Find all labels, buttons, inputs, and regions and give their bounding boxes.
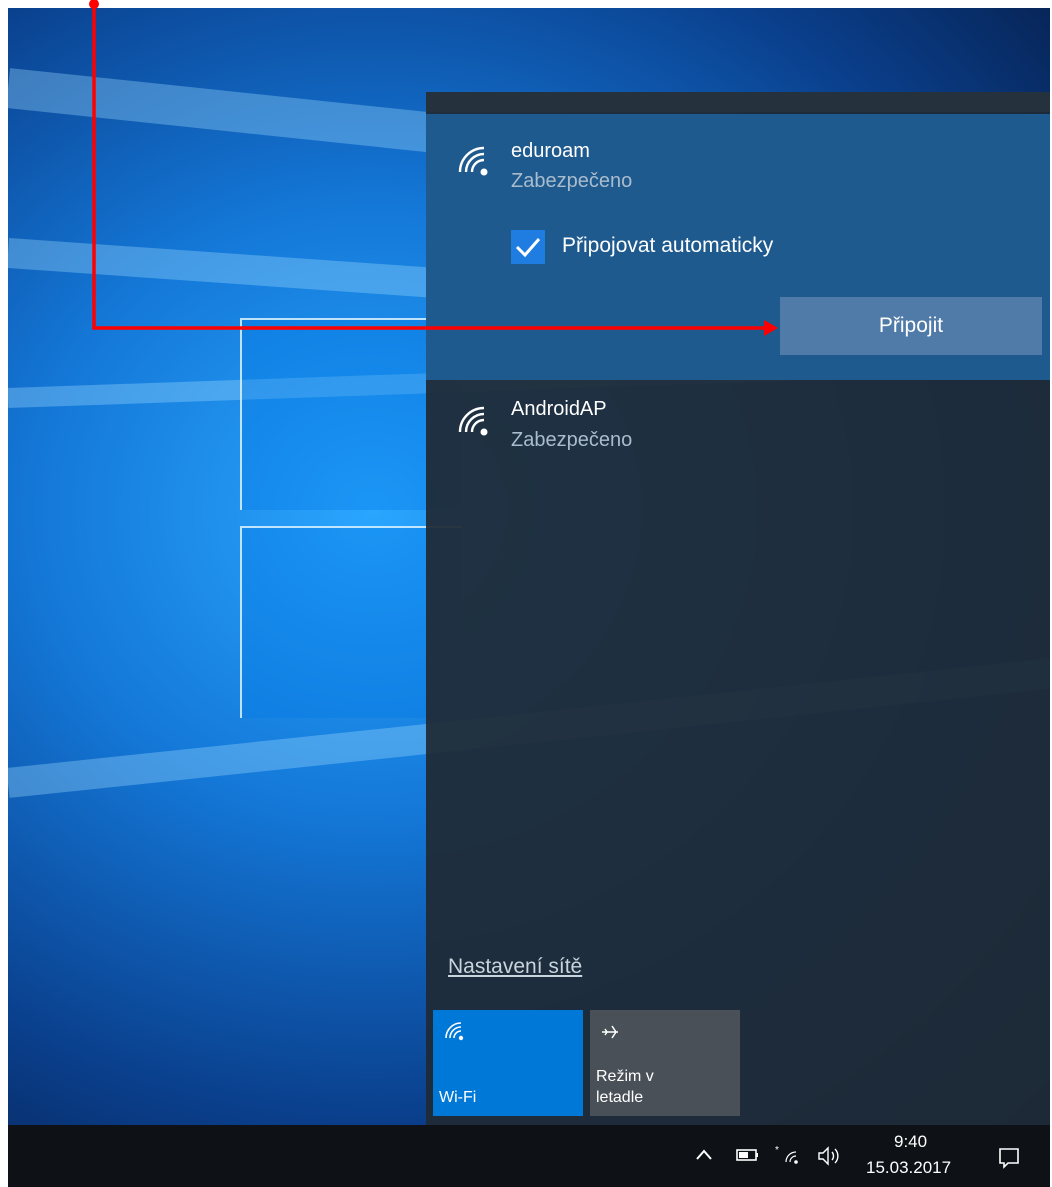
screen: eduroam Zabezpečeno Připojovat automatic… (0, 0, 1052, 1187)
auto-connect-label: Připojovat automaticky (562, 234, 774, 257)
wifi-signal-icon (458, 146, 488, 176)
notification-icon[interactable] (996, 1145, 1022, 1171)
quick-action-airplane-mode[interactable]: Režim v letadle (590, 1010, 740, 1116)
network-ssid: eduroam (511, 140, 590, 162)
network-security: Zabezpečeno (511, 429, 633, 451)
network-item-androidap[interactable]: AndroidAP Zabezpečeno (426, 382, 1050, 492)
clock-time[interactable]: 9:40 (894, 1132, 927, 1152)
quick-action-label: Wi-Fi (439, 1089, 477, 1106)
quick-action-label-line2: letadle (596, 1089, 644, 1106)
network-ssid: AndroidAP (511, 398, 607, 420)
quick-action-label: Režim v letadle (596, 1066, 654, 1108)
quick-action-wifi[interactable]: Wi-Fi (433, 1010, 583, 1116)
network-settings-link[interactable]: Nastavení sítě (448, 955, 582, 979)
network-item-eduroam[interactable]: eduroam Zabezpečeno Připojovat automatic… (426, 114, 1050, 380)
network-security: Zabezpečeno (511, 170, 633, 192)
quick-action-label-line1: Režim v (596, 1068, 654, 1085)
connect-button[interactable]: Připojit (780, 297, 1042, 355)
volume-icon[interactable] (816, 1145, 844, 1167)
checkmark-icon (515, 238, 541, 258)
clock-date[interactable]: 15.03.2017 (866, 1158, 951, 1178)
chevron-up-icon[interactable] (694, 1145, 714, 1165)
airplane-icon (602, 1025, 618, 1039)
svg-text:*: * (775, 1145, 779, 1156)
wifi-signal-icon (458, 406, 488, 436)
wifi-icon (445, 1022, 464, 1041)
auto-connect-checkbox[interactable] (511, 230, 545, 264)
flyout-header (426, 92, 1050, 112)
battery-icon[interactable] (735, 1145, 761, 1165)
wifi-icon[interactable]: * (775, 1145, 801, 1167)
